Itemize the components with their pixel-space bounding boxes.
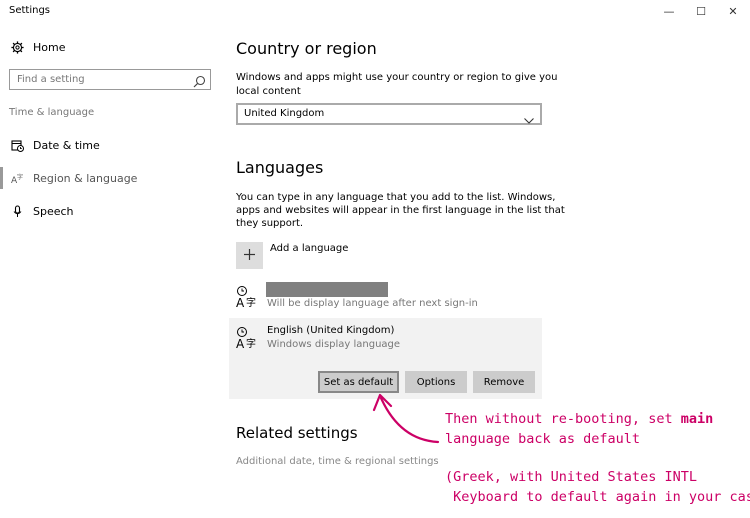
language-icon: A字 [236, 326, 260, 351]
close-button[interactable]: ✕ [718, 0, 748, 23]
sidebar-item-label: Region & language [33, 171, 138, 185]
language-status: Windows display language [267, 339, 401, 350]
gear-icon [10, 40, 24, 54]
country-dropdown[interactable]: United Kingdom [236, 103, 542, 125]
minimize-button[interactable]: — [654, 0, 684, 23]
calendar-clock-icon [10, 138, 24, 152]
additional-settings-link[interactable]: Additional date, time & regional setting… [236, 456, 439, 467]
selection-indicator [0, 167, 3, 189]
window-title: Settings [9, 5, 51, 16]
add-language-button[interactable] [236, 242, 263, 269]
languages-description-2: apps and websites will appear in the fir… [236, 205, 565, 216]
svg-text:字: 字 [17, 173, 23, 181]
annotation-line-1: Then without re-booting, set main [445, 411, 714, 427]
related-settings-heading: Related settings [236, 424, 358, 442]
languages-heading: Languages [236, 158, 324, 177]
maximize-icon: ☐ [696, 5, 706, 18]
sidebar-item-home[interactable]: Home [0, 36, 222, 58]
sidebar-item-speech[interactable]: Speech [0, 200, 222, 222]
svg-text:A: A [236, 337, 245, 350]
annotation-line-3: (Greek, with United States INTL [445, 469, 697, 485]
chevron-down-icon [524, 110, 534, 124]
redacted-language-name [266, 282, 388, 297]
language-status: Will be display language after next sign… [267, 298, 478, 309]
remove-button[interactable]: Remove [473, 371, 535, 393]
language-name: English (United Kingdom) [267, 325, 395, 336]
add-language-label[interactable]: Add a language [270, 243, 348, 254]
country-description-1: Windows and apps might use your country … [236, 72, 558, 83]
country-selected-value: United Kingdom [244, 108, 325, 119]
region-language-icon: A字 [10, 171, 24, 185]
title-bar: Settings — ☐ ✕ [0, 0, 750, 23]
svg-text:A: A [236, 296, 245, 309]
sidebar-item-label: Date & time [33, 138, 100, 152]
annotation-line-2: language back as default [445, 431, 641, 447]
microphone-icon [10, 204, 24, 218]
languages-description-3: they support. [236, 218, 304, 229]
search-placeholder: Find a setting [17, 74, 85, 85]
sidebar: Home Find a setting Time & language Date… [0, 23, 222, 518]
sidebar-item-label: Speech [33, 204, 74, 218]
language-icon: A字 [236, 285, 260, 310]
annotation-line-4: Keyboard to default again in your case) [445, 489, 750, 505]
close-icon: ✕ [728, 5, 738, 18]
country-description-2: local content [236, 86, 301, 97]
sidebar-item-label: Home [33, 40, 66, 54]
section-label: Time & language [9, 107, 95, 118]
languages-description-1: You can type in any language that you ad… [236, 192, 556, 203]
search-icon [193, 73, 206, 88]
sidebar-item-date-time[interactable]: Date & time [0, 134, 222, 156]
svg-text:字: 字 [246, 337, 256, 350]
country-heading: Country or region [236, 39, 377, 58]
search-input[interactable]: Find a setting [9, 69, 211, 90]
minimize-icon: — [663, 5, 675, 18]
svg-text:字: 字 [246, 296, 256, 309]
sidebar-item-region-language[interactable]: A字 Region & language [0, 167, 222, 189]
maximize-button[interactable]: ☐ [686, 0, 716, 23]
plus-icon [243, 246, 256, 265]
